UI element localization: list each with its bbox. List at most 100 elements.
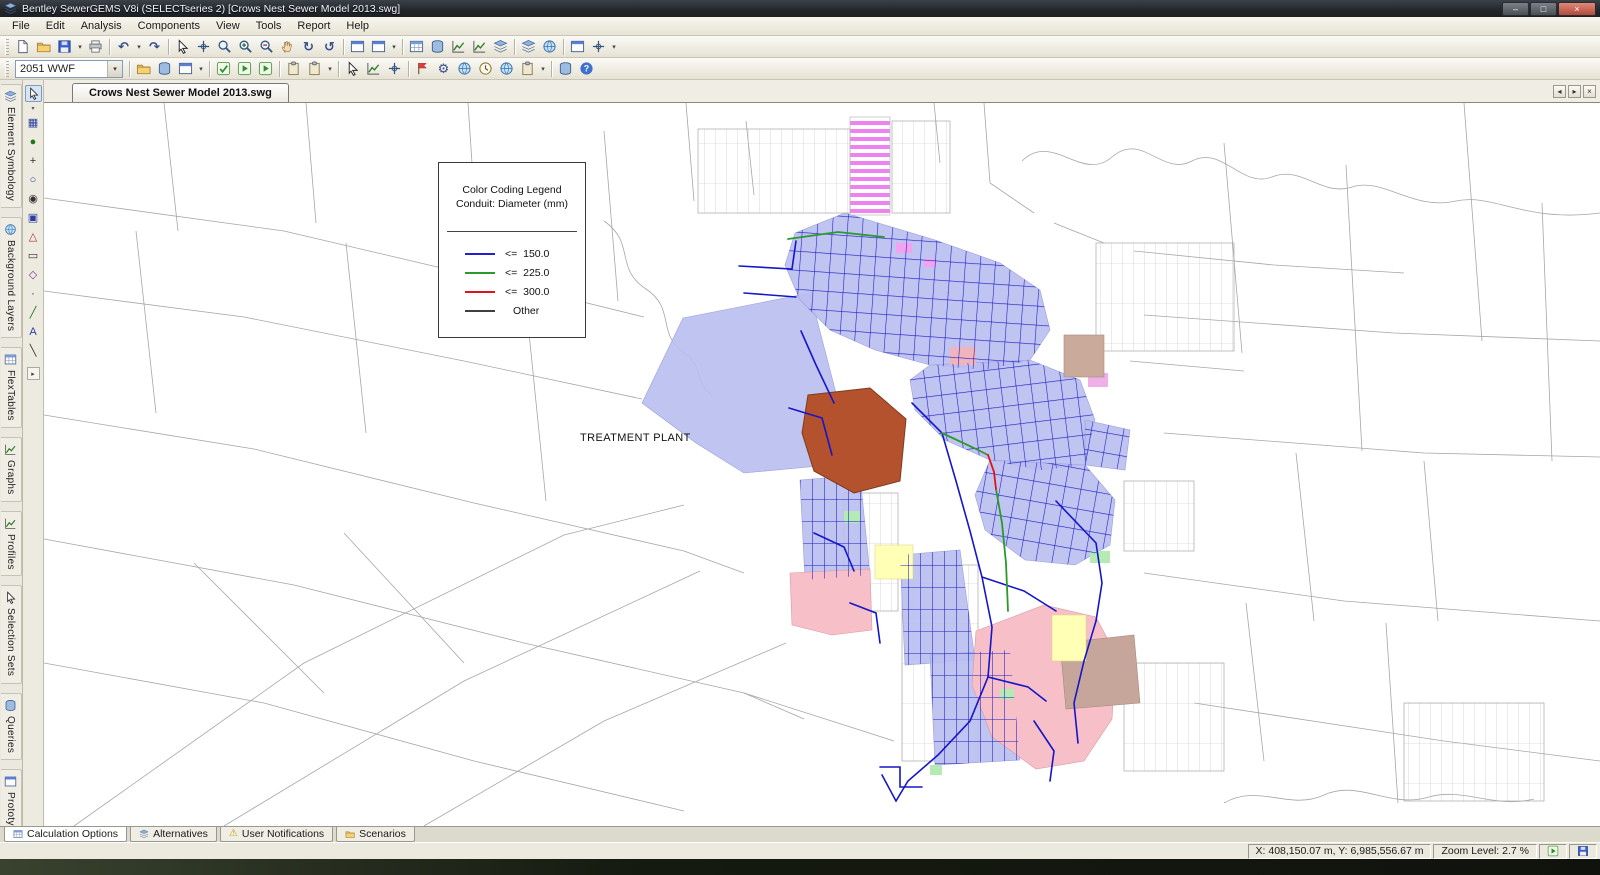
maximize-button[interactable]: □ xyxy=(1530,2,1557,16)
map-viewport[interactable]: Color Coding Legend Conduit: Diameter (m… xyxy=(44,103,1600,826)
profiles-icon[interactable] xyxy=(469,37,490,57)
web-model-icon[interactable] xyxy=(454,59,475,79)
sidebar-item-profiles[interactable]: Profiles xyxy=(1,511,22,577)
zoom-previous-icon[interactable]: ↺ xyxy=(319,37,340,57)
manhole-tool-icon[interactable]: ● xyxy=(25,133,42,150)
close-button[interactable]: × xyxy=(1558,2,1596,16)
tooldock-expand-icon[interactable]: ▸ xyxy=(27,367,40,380)
sidebar-item-background-layers[interactable]: Background Layers xyxy=(1,217,22,338)
compute-status-icon[interactable] xyxy=(1539,844,1567,859)
toolbar-grip[interactable] xyxy=(5,39,9,55)
line-tool-icon[interactable]: ╲ xyxy=(25,342,42,359)
pond-tool-icon[interactable]: ▣ xyxy=(25,209,42,226)
alternatives-dropdown[interactable]: ▾ xyxy=(325,59,335,79)
open-icon[interactable] xyxy=(33,37,54,57)
sidebar-item-flextables[interactable]: FlexTables xyxy=(1,347,22,428)
zoom-out-icon[interactable] xyxy=(256,37,277,57)
tap-tool-icon[interactable]: · xyxy=(25,285,42,302)
validate-icon[interactable] xyxy=(213,59,234,79)
print-icon[interactable] xyxy=(85,37,106,57)
engineering-libraries-icon[interactable] xyxy=(555,59,576,79)
toolbar-grip[interactable] xyxy=(5,61,9,77)
lateral-tool-icon[interactable]: ╱ xyxy=(25,304,42,321)
sidebar-item-selection-sets[interactable]: Selection Sets xyxy=(1,585,22,683)
measure-icon[interactable] xyxy=(384,59,405,79)
tool-dropdown[interactable]: ▾ xyxy=(25,104,42,112)
network-navigator-icon[interactable] xyxy=(588,37,609,57)
outfall-tool-icon[interactable]: ◇ xyxy=(25,266,42,283)
menu-edit[interactable]: Edit xyxy=(38,17,73,35)
flag-icon[interactable] xyxy=(412,59,433,79)
menu-view[interactable]: View xyxy=(208,17,248,35)
scenario-manager-icon[interactable] xyxy=(175,59,196,79)
wetwell-tool-icon[interactable]: ▭ xyxy=(25,247,42,264)
projection-icon[interactable] xyxy=(496,59,517,79)
save-dropdown[interactable]: ▾ xyxy=(75,37,85,57)
background-layers-icon[interactable] xyxy=(539,37,560,57)
save-icon[interactable] xyxy=(54,37,75,57)
redo-icon[interactable]: ↷ xyxy=(144,37,165,57)
map-canvas[interactable] xyxy=(44,103,1600,826)
tab-scenarios[interactable]: Scenarios xyxy=(336,827,415,842)
aerial-view-icon[interactable] xyxy=(347,37,368,57)
tab-close-icon[interactable]: × xyxy=(1583,85,1596,98)
zoom-in-icon[interactable] xyxy=(235,37,256,57)
queries-icon[interactable] xyxy=(427,37,448,57)
select-elements-icon[interactable] xyxy=(342,59,363,79)
pressure-junction-tool-icon[interactable]: + xyxy=(25,152,42,169)
element-symbology-icon[interactable] xyxy=(518,37,539,57)
menu-tools[interactable]: Tools xyxy=(248,17,290,35)
sidebar-item-graphs[interactable]: Graphs xyxy=(1,437,22,502)
tab-scroll-right-icon[interactable]: ▸ xyxy=(1568,85,1581,98)
menu-file[interactable]: File xyxy=(4,17,38,35)
copy-alternative-icon[interactable] xyxy=(283,59,304,79)
tab-alternatives[interactable]: Alternatives xyxy=(130,827,217,842)
graphs-icon[interactable] xyxy=(448,37,469,57)
text-tool-icon[interactable]: A xyxy=(25,323,42,340)
scenario-combobox-arrow[interactable]: ▾ xyxy=(107,61,122,77)
help-icon[interactable] xyxy=(576,59,597,79)
scenario-database-icon[interactable] xyxy=(154,59,175,79)
select-tool-icon[interactable] xyxy=(25,85,42,102)
compute-icon[interactable] xyxy=(234,59,255,79)
undo-icon[interactable]: ↶ xyxy=(113,37,134,57)
tab-user-notifications[interactable]: ⚠ User Notifications xyxy=(220,827,333,842)
tab-scroll-left-icon[interactable]: ◂ xyxy=(1553,85,1566,98)
menu-components[interactable]: Components xyxy=(130,17,208,35)
catchbasin-tool-icon[interactable]: ◉ xyxy=(25,190,42,207)
scenario-combobox[interactable]: 2051 WWF ▾ xyxy=(15,60,123,78)
paste-alternative-icon[interactable] xyxy=(304,59,325,79)
menu-analysis[interactable]: Analysis xyxy=(73,17,130,35)
flextables-icon[interactable] xyxy=(406,37,427,57)
pan-icon[interactable] xyxy=(277,37,298,57)
minimize-button[interactable]: – xyxy=(1502,2,1529,16)
contours-icon[interactable] xyxy=(490,37,511,57)
toolbar-more-dropdown[interactable]: ▾ xyxy=(609,37,619,57)
time-browser-icon[interactable] xyxy=(475,59,496,79)
properties-icon[interactable] xyxy=(567,37,588,57)
document-tab[interactable]: Crows Nest Sewer Model 2013.swg xyxy=(72,83,289,102)
options-gear-icon[interactable]: ⚙ xyxy=(433,59,454,79)
select-icon[interactable] xyxy=(172,37,193,57)
notes-icon[interactable] xyxy=(517,59,538,79)
zoom-window-icon[interactable] xyxy=(214,37,235,57)
named-views-icon[interactable] xyxy=(368,37,389,57)
sidebar-item-prototype[interactable]: Prototype xyxy=(1,769,22,826)
undo-dropdown[interactable]: ▾ xyxy=(134,37,144,57)
views-dropdown[interactable]: ▾ xyxy=(389,37,399,57)
transition-tool-icon[interactable]: ○ xyxy=(25,171,42,188)
new-icon[interactable] xyxy=(12,37,33,57)
menu-help[interactable]: Help xyxy=(338,17,377,35)
pump-tool-icon[interactable]: △ xyxy=(25,228,42,245)
quick-graph-icon[interactable] xyxy=(363,59,384,79)
refresh-icon[interactable]: ↻ xyxy=(298,37,319,57)
tools-dropdown[interactable]: ▾ xyxy=(538,59,548,79)
menu-report[interactable]: Report xyxy=(289,17,338,35)
batch-run-icon[interactable] xyxy=(255,59,276,79)
sidebar-item-element-symbology[interactable]: Element Symbology xyxy=(1,84,22,208)
sidebar-item-queries[interactable]: Queries xyxy=(1,693,22,760)
save-status-icon[interactable] xyxy=(1569,844,1597,859)
title-bar[interactable]: Bentley SewerGEMS V8i (SELECTseries 2) [… xyxy=(0,0,1600,17)
polygon-select-icon[interactable] xyxy=(193,37,214,57)
open-scenario-icon[interactable] xyxy=(133,59,154,79)
